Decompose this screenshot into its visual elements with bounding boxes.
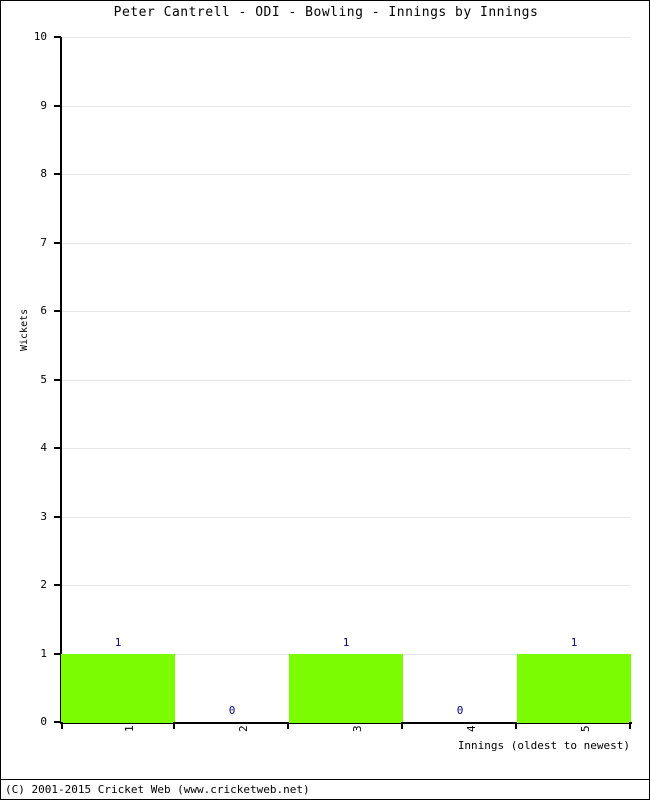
page-title: Peter Cantrell - ODI - Bowling - Innings… bbox=[113, 5, 539, 20]
gridline bbox=[61, 174, 631, 175]
gridline bbox=[61, 585, 631, 586]
bar-value-label: 1 bbox=[114, 636, 122, 649]
bar-value-label: 0 bbox=[456, 704, 464, 717]
footer-divider bbox=[1, 779, 649, 780]
gridline bbox=[61, 311, 631, 312]
y-axis-title: Wickets bbox=[19, 308, 30, 351]
x-axis-tick bbox=[173, 722, 175, 729]
y-axis-tick-label: 0 bbox=[40, 715, 47, 728]
chart-page: Peter Cantrell - ODI - Bowling - Innings… bbox=[0, 0, 650, 800]
x-axis-tick-label: 3 bbox=[351, 725, 364, 732]
y-axis-line bbox=[60, 37, 62, 724]
bar-value-label: 0 bbox=[228, 704, 236, 717]
y-axis-tick-label: 10 bbox=[33, 30, 47, 43]
x-axis-tick bbox=[515, 722, 517, 729]
x-axis-tick bbox=[287, 722, 289, 729]
y-axis-tick-label: 4 bbox=[40, 441, 47, 454]
gridline bbox=[61, 448, 631, 449]
x-axis-tick bbox=[629, 722, 631, 729]
bar-value-label: 1 bbox=[570, 636, 578, 649]
bar bbox=[61, 654, 175, 723]
x-axis-title: Innings (oldest to newest) bbox=[457, 739, 630, 752]
x-axis-tick-label: 2 bbox=[237, 725, 250, 732]
y-axis-tick-label: 7 bbox=[40, 236, 47, 249]
x-axis-tick bbox=[61, 722, 63, 729]
bar bbox=[289, 654, 403, 723]
copyright-notice: (C) 2001-2015 Cricket Web (www.cricketwe… bbox=[5, 783, 310, 796]
x-axis-tick-label: 4 bbox=[465, 725, 478, 732]
x-axis-tick-label: 1 bbox=[123, 725, 136, 732]
gridline bbox=[61, 243, 631, 244]
y-axis-tick-label: 9 bbox=[40, 99, 47, 112]
gridline bbox=[61, 380, 631, 381]
y-axis-tick-label: 1 bbox=[40, 647, 47, 660]
gridline bbox=[61, 37, 631, 38]
y-axis-tick-label: 8 bbox=[40, 167, 47, 180]
gridline bbox=[61, 517, 631, 518]
x-axis-tick bbox=[401, 722, 403, 729]
bar-value-label: 1 bbox=[342, 636, 350, 649]
y-axis-tick-label: 2 bbox=[40, 578, 47, 591]
x-axis-tick-label: 5 bbox=[579, 725, 592, 732]
y-axis-tick-label: 5 bbox=[40, 373, 47, 386]
y-axis-tick-label: 3 bbox=[40, 510, 47, 523]
bar bbox=[517, 654, 631, 723]
gridline bbox=[61, 106, 631, 107]
